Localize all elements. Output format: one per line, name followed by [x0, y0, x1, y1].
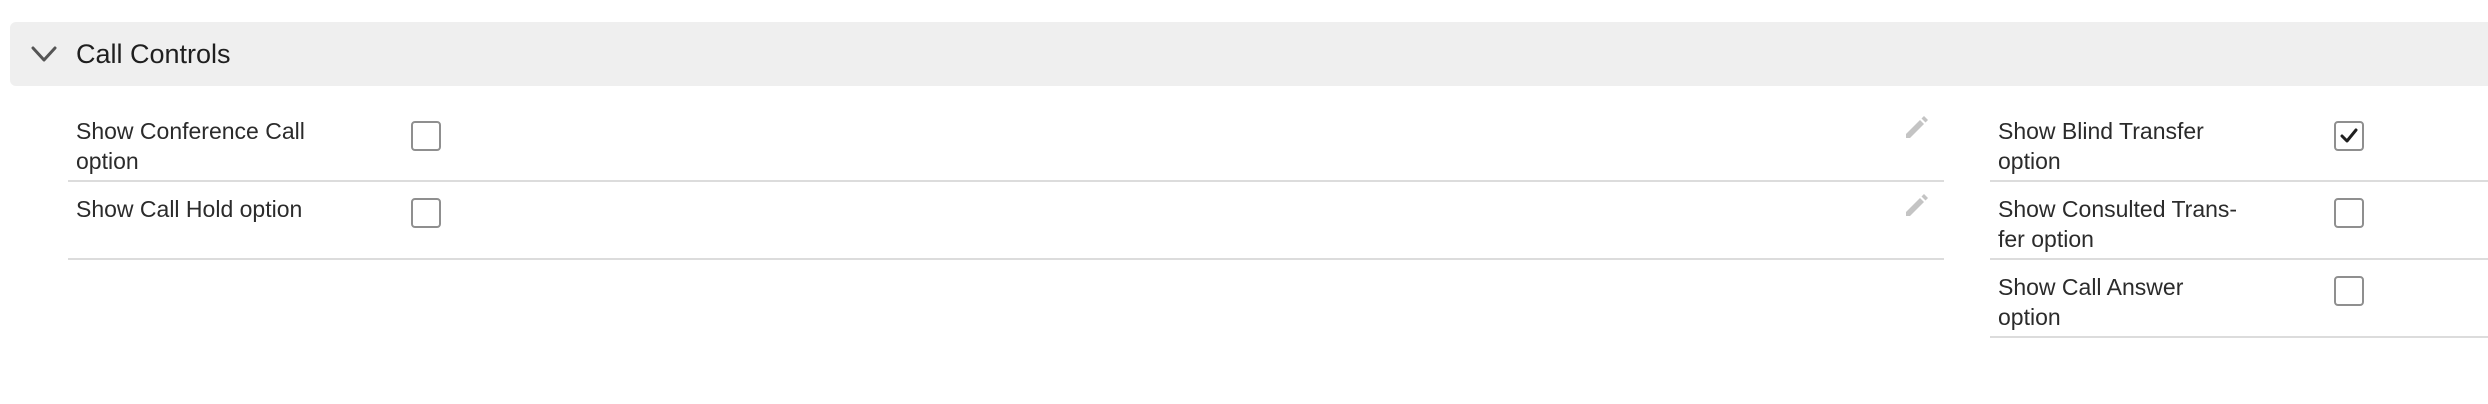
field-label-consulted-transfer: Show Consulted Trans- fer option — [1998, 196, 2238, 252]
field-row-blind-transfer: Show Blind Transfer option — [1990, 108, 2488, 182]
field-label-call-hold: Show Call Hold option — [76, 196, 303, 222]
checkbox-call-answer[interactable] — [2334, 276, 2364, 306]
chevron-down-icon[interactable] — [28, 38, 60, 70]
field-label-conference-call: Show Conference Call option — [76, 118, 305, 174]
field-row-conference-call: Show Conference Call option — [68, 108, 1944, 182]
field-label-call-answer: Show Call Answer option — [1998, 274, 2184, 330]
checkbox-conference-call[interactable] — [411, 121, 441, 151]
pencil-icon[interactable] — [1902, 190, 1932, 220]
field-row-call-answer: Show Call Answer option — [1990, 260, 2488, 338]
field-label-blind-transfer: Show Blind Transfer option — [1998, 118, 2204, 174]
field-row-call-hold: Show Call Hold option — [68, 182, 1944, 260]
section-header-call-controls[interactable]: Call Controls — [10, 22, 2488, 86]
checkbox-call-hold[interactable] — [411, 198, 441, 228]
section-title: Call Controls — [76, 39, 231, 69]
checkbox-consulted-transfer[interactable] — [2334, 198, 2364, 228]
pencil-icon[interactable] — [1902, 112, 1932, 142]
field-row-consulted-transfer: Show Consulted Trans- fer option — [1990, 182, 2488, 260]
checkbox-blind-transfer[interactable] — [2334, 121, 2364, 151]
checkmark-icon — [2340, 128, 2358, 143]
